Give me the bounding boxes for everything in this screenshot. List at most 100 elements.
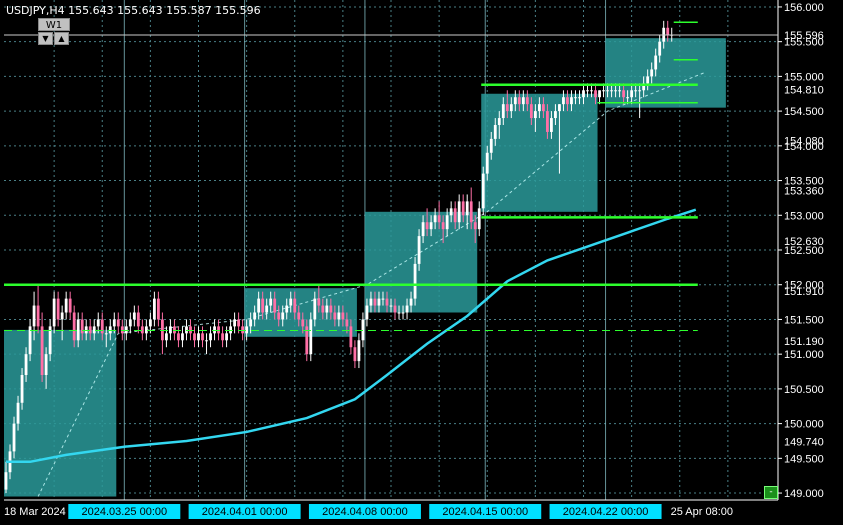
candle-body: [562, 97, 565, 105]
candle-body: [345, 319, 349, 327]
candle-body: [253, 312, 257, 320]
candle-body: [96, 319, 100, 327]
candle-body: [213, 326, 216, 334]
candle-body: [598, 90, 601, 98]
candle-body: [602, 90, 605, 92]
arrow-up-icon[interactable]: ▲: [54, 32, 69, 45]
price-chart[interactable]: 156.000155.500155.000154.500154.000153.5…: [0, 0, 843, 525]
candle-body: [152, 298, 156, 320]
candle-body: [509, 104, 513, 112]
candle-body: [570, 97, 573, 105]
candle-body: [148, 319, 152, 327]
candle-body: [501, 104, 505, 119]
candle-body: [397, 312, 401, 314]
candle-body: [357, 340, 361, 362]
candle-body: [666, 27, 670, 35]
candle-body: [72, 312, 76, 341]
candle-body: [80, 319, 84, 334]
candle-body: [301, 319, 305, 327]
candle-body: [381, 298, 385, 300]
candle-body: [12, 423, 16, 452]
candle-body: [225, 333, 228, 341]
price-tick-label: 155.000: [784, 71, 824, 83]
candle-body: [317, 298, 321, 306]
timeframe-label[interactable]: W1: [38, 18, 70, 31]
candle-body: [513, 97, 517, 105]
candle-body: [189, 326, 192, 334]
candle-body: [650, 69, 654, 77]
price-tick-label: 149.500: [784, 453, 824, 465]
candle-body: [229, 326, 232, 334]
candle-body: [269, 298, 273, 306]
corner-button[interactable]: -: [764, 486, 778, 499]
candle-body: [429, 222, 433, 230]
candle-body: [578, 97, 581, 99]
candle-body: [634, 90, 638, 92]
candle-body: [425, 222, 429, 230]
candle-body: [277, 312, 281, 320]
price-tick-label: 156.000: [784, 2, 824, 14]
candle-body: [626, 97, 630, 99]
candle-body: [297, 312, 301, 320]
candle-body: [618, 90, 621, 92]
candle-body: [582, 90, 585, 98]
candle-body: [68, 298, 72, 313]
price-level-label: 152.630: [784, 236, 824, 248]
candle-body: [405, 305, 409, 313]
candle-body: [349, 326, 353, 348]
candle-body: [104, 333, 108, 335]
candle-body: [409, 298, 413, 306]
candle-body: [594, 90, 597, 98]
candle-body: [417, 236, 421, 264]
candle-body: [469, 201, 473, 223]
candle-body: [177, 333, 180, 341]
candle-body: [385, 298, 389, 306]
price-level-label: 151.190: [784, 336, 824, 348]
candle-body: [517, 97, 521, 105]
candle-body: [353, 347, 357, 362]
candle-body: [249, 319, 253, 327]
candle-body: [521, 97, 525, 105]
candle-body: [477, 208, 481, 230]
candle-body: [558, 104, 561, 112]
candle-body: [20, 375, 24, 403]
candle-body: [185, 326, 188, 334]
timeframe-control: W1 ▼ ▲: [38, 18, 70, 46]
candle-body: [646, 76, 650, 84]
candle-body: [481, 173, 485, 209]
candle-body: [173, 326, 176, 334]
candle-body: [433, 215, 437, 223]
candle-body: [116, 319, 120, 327]
candle-body: [100, 319, 104, 334]
candle-body: [497, 118, 501, 125]
candle-body: [373, 298, 377, 306]
candle-body: [321, 305, 325, 313]
chart-window[interactable]: 156.000 155.500 155.000 154.500 154.000 153.5…: [0, 0, 843, 525]
candle-body: [245, 326, 249, 334]
candle-body: [205, 340, 208, 342]
candle-body: [554, 111, 557, 119]
candle-body: [606, 90, 609, 92]
candle-body: [445, 215, 449, 230]
supply-demand-zone: [364, 211, 478, 313]
candle-body: [566, 97, 569, 105]
candle-body: [56, 298, 60, 320]
chart-header: USDJPY,H4 155.643 155.643 155.587 155.59…: [6, 4, 261, 17]
price-tick-label: 154.500: [784, 106, 824, 118]
time-axis-label: 25 Apr 08:00: [671, 506, 733, 518]
price-tick-label: 151.000: [784, 349, 824, 361]
price-tick-label: 149.000: [784, 488, 824, 500]
time-axis-label: 2024.04.08 00:00: [322, 506, 408, 518]
candle-body: [241, 326, 245, 334]
candle-body: [457, 201, 461, 223]
candle-body: [361, 319, 365, 341]
time-axis-label: 18 Mar 2024: [4, 506, 66, 518]
candle-body: [622, 90, 626, 98]
candle-body: [489, 138, 493, 153]
price-tick-label: 153.000: [784, 210, 824, 222]
candle-body: [64, 298, 68, 313]
candle-body: [132, 312, 136, 320]
candle-body: [140, 326, 144, 334]
candle-body: [413, 263, 417, 299]
arrow-down-icon[interactable]: ▼: [38, 32, 53, 45]
